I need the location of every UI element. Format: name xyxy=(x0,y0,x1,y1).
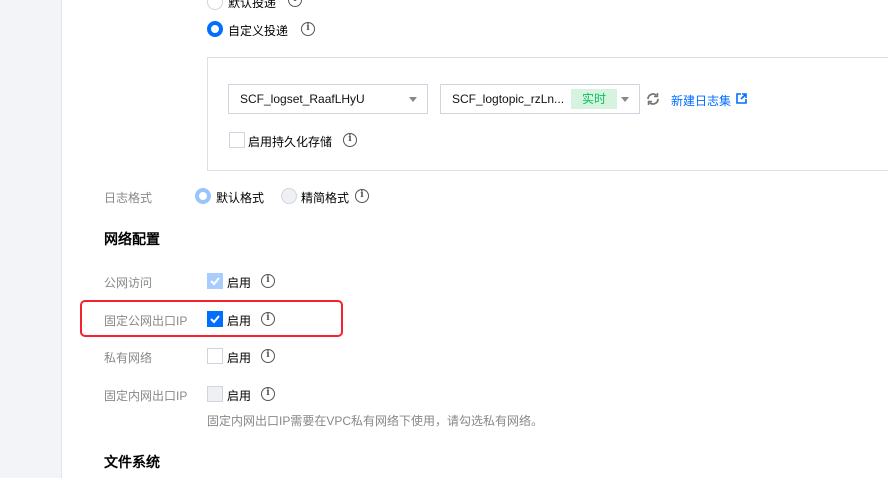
refresh-icon[interactable] xyxy=(645,91,661,107)
chevron-down-icon xyxy=(409,97,417,102)
info-icon[interactable]: i xyxy=(261,387,275,401)
chevron-down-icon xyxy=(621,97,629,102)
left-sidebar-strip xyxy=(0,0,62,478)
compact-format-label: 精简格式 xyxy=(301,191,350,205)
file-system-section-title: 文件系统 xyxy=(104,454,160,470)
public-access-label: 公网访问 xyxy=(104,276,153,290)
radio-default-format[interactable] xyxy=(195,188,211,204)
private-network-option: 启用 xyxy=(227,351,252,365)
info-icon[interactable]: i xyxy=(261,312,275,326)
radio-custom-delivery[interactable] xyxy=(207,21,223,37)
info-icon[interactable]: i xyxy=(288,0,302,7)
info-icon[interactable]: i xyxy=(355,189,369,203)
private-network-checkbox[interactable] xyxy=(207,348,223,364)
realtime-tag: 实时 xyxy=(571,89,618,109)
check-icon xyxy=(210,315,220,324)
logtopic-select[interactable]: SCF_logtopic_rzLn... 实时 xyxy=(440,84,640,114)
info-icon[interactable]: i xyxy=(301,22,315,36)
default-delivery-label: 默认投递 xyxy=(228,0,277,10)
network-section-title: 网络配置 xyxy=(104,231,160,247)
fixed-public-ip-label: 固定公网出口IP xyxy=(104,314,188,328)
private-ip-hint: 固定内网出口IP需要在VPC私有网络下使用，请勾选私有网络。 xyxy=(207,414,544,428)
radio-compact-format[interactable] xyxy=(281,188,297,204)
logtopic-value: SCF_logtopic_rzLn... xyxy=(452,92,565,106)
radio-default-delivery[interactable] xyxy=(207,0,223,10)
logset-value: SCF_logset_RaafLHyU xyxy=(240,92,365,106)
custom-delivery-panel xyxy=(207,57,888,171)
check-icon xyxy=(210,277,220,286)
fixed-private-ip-label: 固定内网出口IP xyxy=(104,389,188,403)
persist-storage-label: 启用持久化存储 xyxy=(248,135,333,149)
fixed-private-ip-option: 启用 xyxy=(227,389,252,403)
private-network-label: 私有网络 xyxy=(104,351,153,365)
fixed-public-ip-option: 启用 xyxy=(227,314,252,328)
info-icon[interactable]: i xyxy=(261,349,275,363)
public-access-option: 启用 xyxy=(227,276,252,290)
fixed-private-ip-checkbox[interactable] xyxy=(207,386,223,402)
logset-select[interactable]: SCF_logset_RaafLHyU xyxy=(228,84,428,114)
external-link-icon[interactable] xyxy=(736,93,747,104)
fixed-public-ip-checkbox[interactable] xyxy=(207,311,223,327)
log-format-label: 日志格式 xyxy=(104,191,153,205)
info-icon[interactable]: i xyxy=(261,274,275,288)
default-format-label: 默认格式 xyxy=(216,191,265,205)
new-logset-link[interactable]: 新建日志集 xyxy=(671,92,731,109)
custom-delivery-label: 自定义投递 xyxy=(228,24,289,38)
public-access-checkbox[interactable] xyxy=(207,273,223,289)
info-icon[interactable]: i xyxy=(343,133,357,147)
persist-storage-checkbox[interactable] xyxy=(229,132,245,148)
